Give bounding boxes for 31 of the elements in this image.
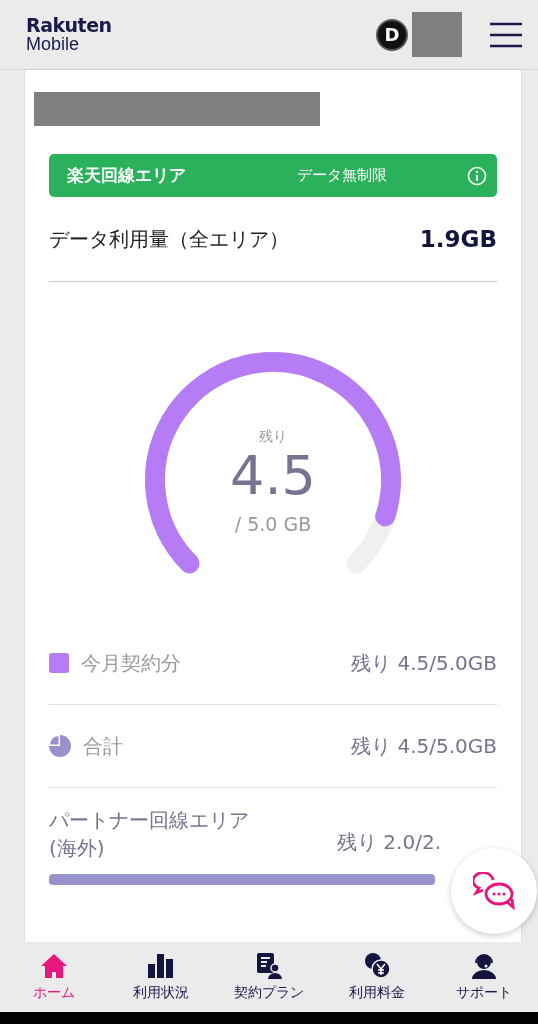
- gauge-value: 4.5: [230, 446, 316, 506]
- nav-tab[interactable]: 利用料金: [322, 942, 431, 1012]
- row-label: 今月契約分: [81, 649, 182, 677]
- headset-person-icon: [470, 952, 499, 980]
- row-value: 残り 4.5/5.0GB: [351, 649, 497, 677]
- info-icon[interactable]: [467, 165, 487, 186]
- redacted-block: [412, 12, 462, 57]
- nav-tab[interactable]: ホーム: [0, 942, 108, 1012]
- gauge-total: / 5.0 GB: [234, 513, 312, 536]
- logo-text: Mobile: [26, 35, 81, 53]
- user-badge: D: [376, 18, 408, 51]
- nav-tab[interactable]: 契約プラン: [215, 942, 323, 1012]
- usage-label: データ利用量（全エリア）: [49, 225, 289, 253]
- home-icon: [39, 952, 68, 980]
- nav-tab[interactable]: サポート: [430, 942, 538, 1012]
- area-label: 楽天回線エリア: [67, 164, 187, 187]
- coins-icon: [362, 952, 391, 980]
- area-value: データ無制限: [296, 166, 388, 185]
- document-person-icon: [255, 952, 283, 980]
- chat-icon: [473, 872, 515, 910]
- row-label: パートナー回線エリア(海外): [49, 807, 250, 862]
- usage-value: 1.9GB: [419, 226, 497, 252]
- nav-tab[interactable]: 利用状況: [107, 942, 216, 1012]
- bar-chart-icon: [147, 952, 176, 980]
- gauge-caption: 残り: [259, 428, 287, 446]
- menu-icon[interactable]: [490, 21, 522, 48]
- row-label: 合計: [83, 732, 124, 760]
- logo-text: Rakuten: [26, 16, 112, 35]
- row-value: 残り 4.5/5.0GB: [351, 732, 497, 760]
- chat-button[interactable]: [451, 848, 537, 934]
- row-value: 残り 2.0/2.: [337, 828, 441, 856]
